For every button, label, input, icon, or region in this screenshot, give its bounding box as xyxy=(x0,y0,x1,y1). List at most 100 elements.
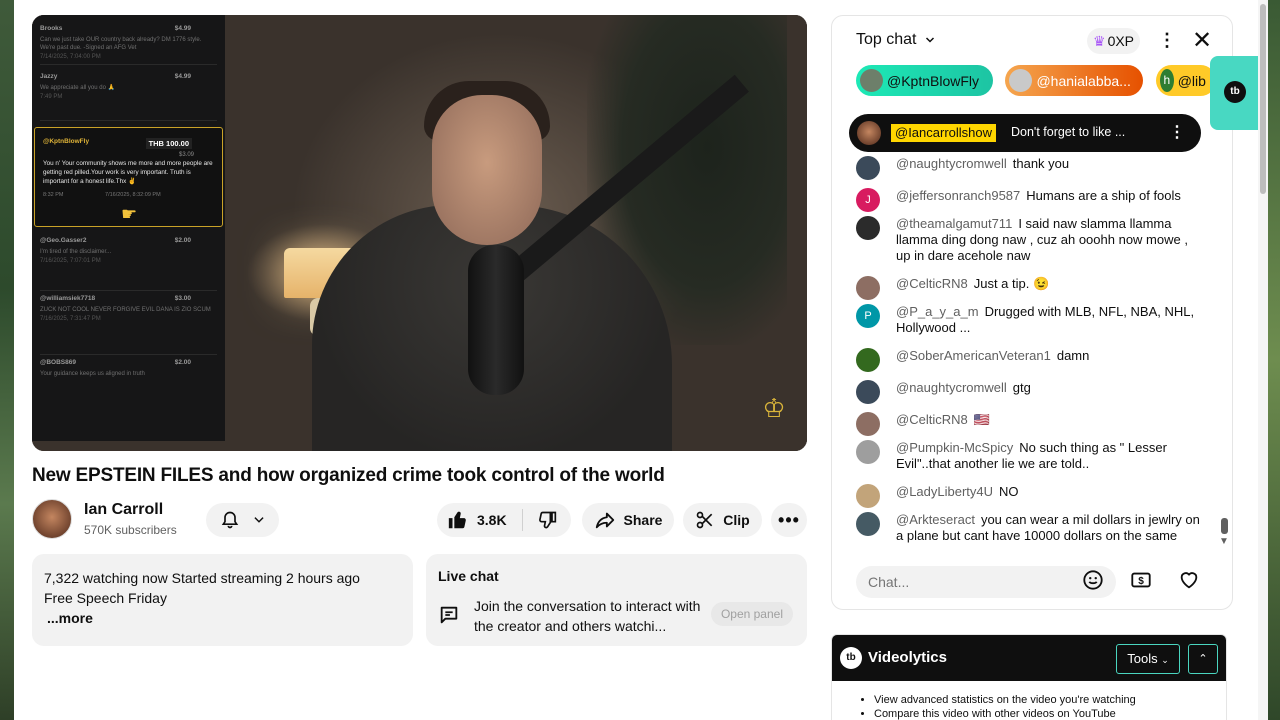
chat-avatar: J xyxy=(856,188,880,212)
pinned-message[interactable]: @Iancarrollshow Don't forget to like ...… xyxy=(849,114,1201,152)
chat-author[interactable]: @CelticRN8 xyxy=(896,276,968,291)
ticker-chip[interactable]: @hanialabba... xyxy=(1005,65,1144,96)
description-stats: 7,322 watching now Started streaming 2 h… xyxy=(44,570,360,586)
ticker-avatar xyxy=(1009,69,1033,92)
superchat-overlay: Brooks $4.99 Can we just take OUR countr… xyxy=(32,15,225,441)
superchat-amount: $2.00 xyxy=(174,237,191,244)
emoji-icon[interactable] xyxy=(1082,569,1104,597)
video-player[interactable]: ♔ Brooks $4.99 Can we just take OUR coun… xyxy=(32,15,807,451)
superchat-amount: $2.00 xyxy=(174,359,191,366)
chat-message: @CelticRN8 Just a tip. 😉 xyxy=(832,276,1061,300)
chat-mode-dropdown[interactable]: Top chat xyxy=(856,31,937,49)
tubebuddy-logo-icon: tb xyxy=(840,647,862,669)
video-title: New EPSTEIN FILES and how organized crim… xyxy=(32,465,665,486)
scissors-icon xyxy=(696,511,713,529)
chat-author[interactable]: @Pumpkin-McSpicy xyxy=(896,440,1013,455)
chat-author[interactable]: @naughtycromwell xyxy=(896,380,1007,395)
chevron-down-icon xyxy=(925,37,934,43)
pointer-hand-icon: ☛ xyxy=(121,204,138,224)
tools-dropdown[interactable]: Tools ⌄ xyxy=(1116,644,1180,674)
channel-avatar[interactable] xyxy=(32,499,72,539)
chat-message: @SoberAmericanVeteran1 damn xyxy=(832,348,1101,372)
chevron-down-icon xyxy=(253,517,264,523)
videolytics-header: tb Videolytics Tools ⌄ ⌃ xyxy=(832,635,1226,681)
share-label: Share xyxy=(623,512,663,528)
chat-author[interactable]: @P_a_y_a_m xyxy=(896,304,979,319)
svg-text:$: $ xyxy=(1138,576,1144,587)
ticker-chip[interactable]: @KptnBlowFly xyxy=(856,65,993,96)
page-scrollbar-thumb[interactable] xyxy=(1260,4,1266,194)
videolytics-feature-list: View advanced statistics on the video yo… xyxy=(832,681,1226,720)
scroll-down-arrow-icon[interactable]: ▼ xyxy=(1219,536,1229,547)
emoji-icon-svg xyxy=(1083,570,1103,590)
superchat-message: Your guidance keeps us aligned in truth xyxy=(40,371,145,377)
live-chat-panel: Top chat ♛ 0XP ⋮ ✕ @KptnBlowFly @hanialab… xyxy=(831,15,1233,610)
channel-name[interactable]: Ian Carroll xyxy=(84,501,163,519)
chat-message: @naughtycromwell gtg xyxy=(832,380,1043,404)
description-more-link[interactable]: ...more xyxy=(44,608,401,628)
superchat-message: ZUCK NOT COOL NEVER FORGIVE EVIL DANA IS… xyxy=(40,307,211,313)
chat-author[interactable]: @LadyLiberty4U xyxy=(896,484,993,499)
pinned-menu-icon[interactable]: ⋮ xyxy=(1169,122,1185,142)
description-box[interactable]: 7,322 watching now Started streaming 2 h… xyxy=(32,554,413,646)
chat-input[interactable] xyxy=(856,566,1116,598)
clip-label: Clip xyxy=(723,512,750,528)
share-icon xyxy=(595,512,614,529)
chat-author[interactable]: @jeffersonranch9587 xyxy=(896,188,1020,203)
chat-menu-icon[interactable]: ⋮ xyxy=(1158,30,1176,51)
tubebuddy-side-tab[interactable]: tb xyxy=(1210,56,1258,130)
xp-badge[interactable]: ♛ 0XP xyxy=(1087,28,1141,54)
pinned-author: @Iancarrollshow xyxy=(891,124,997,142)
subscriber-count: 570K subscribers xyxy=(84,523,177,537)
heart-icon[interactable] xyxy=(1178,569,1200,597)
chat-author[interactable]: @CelticRN8 xyxy=(896,412,968,427)
chat-scrollbar-thumb[interactable] xyxy=(1221,518,1228,534)
chat-message: J @jeffersonranch9587 Humans are a ship o… xyxy=(832,188,1193,212)
ticker-avatar: h xyxy=(1159,69,1174,92)
open-panel-button[interactable]: Open panel xyxy=(710,602,793,626)
page-scrollbar[interactable] xyxy=(1258,0,1268,720)
chevron-down-icon: ⌄ xyxy=(1161,655,1169,665)
thumbs-down-icon xyxy=(539,511,557,529)
youtube-watch-page: ♔ Brooks $4.99 Can we just take OUR coun… xyxy=(0,0,1280,720)
superchat-ticker-bar: @KptnBlowFly @hanialabba... h @lib xyxy=(856,65,1216,97)
dislike-button[interactable] xyxy=(523,510,571,530)
close-chat-button[interactable]: ✕ xyxy=(1192,26,1212,55)
superchat-message: Can we just take OUR country back alread… xyxy=(40,37,202,51)
clip-button[interactable]: Clip xyxy=(683,503,762,537)
superchat-message: You n' Your community shows me more and … xyxy=(43,160,213,185)
superchat-highlighted: @KptnBlowFly THB 100.00 $3.09 You n' You… xyxy=(34,127,223,227)
chat-avatar xyxy=(856,440,880,464)
chat-author[interactable]: @theamalgamut711 xyxy=(896,216,1012,231)
super-chat-dollar-icon[interactable]: $ xyxy=(1130,569,1152,597)
superchat-item: @BOBS869 $2.00 Your guidance keeps us al… xyxy=(40,355,217,399)
chat-message: @Arkteseract you can wear a mil dollars i… xyxy=(832,512,1212,544)
chat-avatar xyxy=(856,216,880,240)
videolytics-feature: View advanced statistics on the video yo… xyxy=(874,693,1226,707)
chat-avatar xyxy=(856,156,880,180)
crown-icon: ♛ xyxy=(1093,33,1106,49)
tubebuddy-logo-icon: tb xyxy=(1224,81,1246,103)
chat-text: 🇺🇸 xyxy=(973,412,990,427)
video-host-head xyxy=(432,95,542,245)
more-actions-button[interactable]: ••• xyxy=(771,503,807,537)
chat-message-list[interactable]: @naughtycromwell thank you J @jeffersonra… xyxy=(832,156,1212,551)
like-button[interactable]: 3.8K xyxy=(437,509,523,531)
like-count: 3.8K xyxy=(477,512,507,528)
share-button[interactable]: Share xyxy=(582,503,674,537)
superchat-time: 7/16/2025, 7:31:47 PM xyxy=(40,316,101,322)
chat-author[interactable]: @SoberAmericanVeteran1 xyxy=(896,348,1051,363)
pinned-author-avatar xyxy=(857,121,881,145)
notification-bell-button[interactable] xyxy=(206,503,279,537)
dollar-icon-svg: $ xyxy=(1131,572,1151,588)
superchat-item: @williamsiek7718 $3.00 ZUCK NOT COOL NEV… xyxy=(40,291,217,355)
ticker-chip[interactable]: h @lib xyxy=(1155,65,1216,96)
videolytics-panel: tb Videolytics Tools ⌄ ⌃ View advanced s… xyxy=(831,634,1227,720)
chat-author[interactable]: @naughtycromwell xyxy=(896,156,1007,171)
chat-mode-label: Top chat xyxy=(856,31,917,48)
chat-author[interactable]: @Arkteseract xyxy=(896,512,975,527)
collapse-button[interactable]: ⌃ xyxy=(1188,644,1218,674)
xp-value: 0XP xyxy=(1107,33,1135,49)
video-microphone xyxy=(468,245,524,395)
videolytics-title: Videolytics xyxy=(868,649,947,666)
